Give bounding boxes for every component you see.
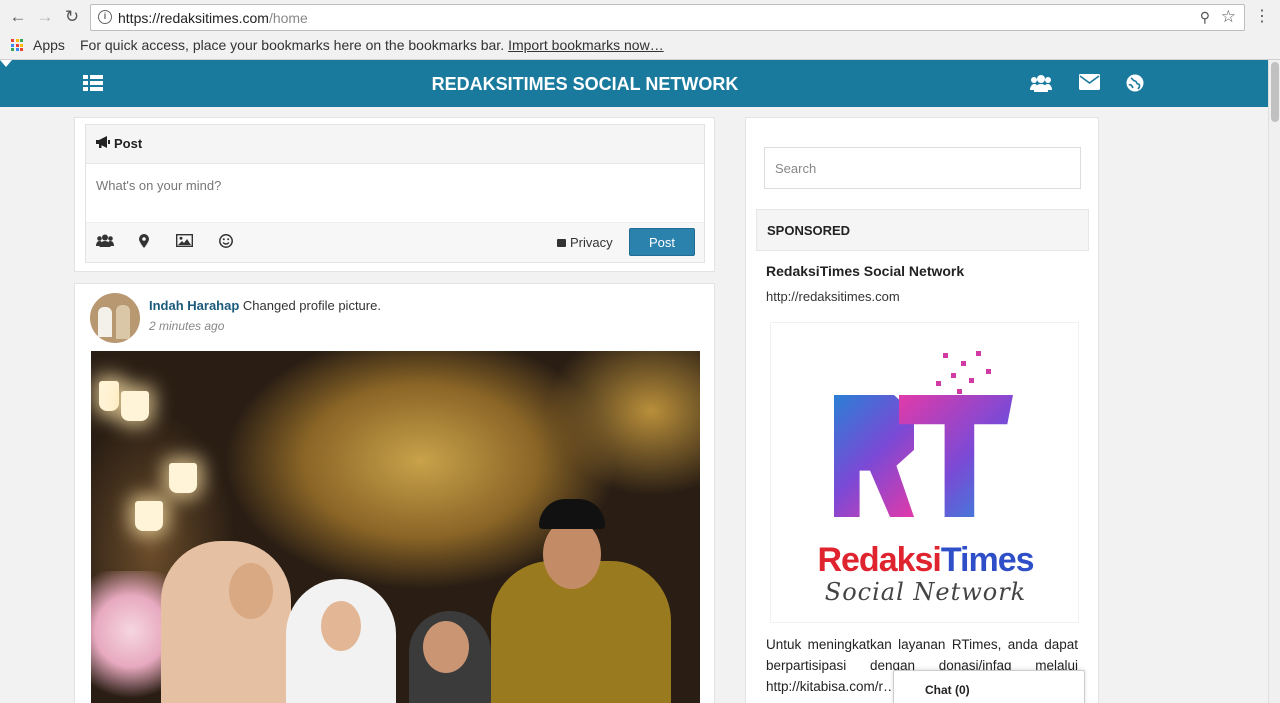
chat-bar[interactable]: Chat (0) [893,670,1085,703]
logo-wordmark: RedaksiTimes [771,541,1080,580]
photo-lamp [99,381,119,411]
scrollbar-thumb[interactable] [1271,62,1279,122]
site-title[interactable]: REDAKSITIMES SOCIAL NETWORK [0,74,1170,95]
privacy-selector[interactable]: Privacy [557,235,613,250]
photo-face [423,621,469,673]
logo-pixel [943,353,948,358]
import-bookmarks-link[interactable]: Import bookmarks now… [508,37,664,53]
browser-chrome: ← → ↻ i https://redaksitimes.com/home ⚲ … [0,0,1280,60]
logo-word-times: Times [940,541,1035,579]
apps-link[interactable]: Apps [33,37,65,53]
privacy-label: Privacy [570,235,613,250]
post-composer: Post What's on your mind? Privacy Post [74,117,715,272]
ad-logo[interactable]: RedaksiTimes Social Network [770,322,1079,623]
photo-flowers [91,571,171,703]
url-path: /home [268,10,308,26]
photo-lamp [135,501,163,531]
post-author-name[interactable]: Indah Harahap [149,298,239,313]
photo-lamp [121,391,149,421]
post-timestamp[interactable]: 2 minutes ago [149,319,224,333]
location-icon[interactable] [139,234,149,251]
composer-box: Post What's on your mind? Privacy Post [85,124,705,263]
bookmarks-hint: For quick access, place your bookmarks h… [80,37,505,53]
logo-pixel [969,378,974,383]
avatar[interactable] [90,293,140,343]
ad-title[interactable]: RedaksiTimes Social Network [766,263,964,279]
info-icon[interactable]: i [98,10,112,24]
photo-face [321,601,361,651]
post-author-line: Indah Harahap Changed profile picture. [149,298,381,313]
url-host: https://redaksitimes.com [118,10,269,26]
bookmarks-bar: Apps For quick access, place your bookma… [0,35,1280,57]
chat-label[interactable]: Chat (0) [925,683,970,697]
photo-face [543,519,601,589]
site-header: REDAKSITIMES SOCIAL NETWORK [0,60,1268,107]
lock-icon [557,239,566,247]
caret-down-icon[interactable] [0,60,12,67]
photo-face [229,563,273,619]
photo-lamp [169,463,197,493]
logo-pixel [957,389,962,394]
key-icon[interactable]: ⚲ [1200,9,1210,26]
address-bar[interactable]: i https://redaksitimes.com/home ⚲ ☆ [90,4,1245,31]
browser-menu-icon[interactable]: ⋮ [1254,6,1270,26]
back-arrow-icon[interactable]: ← [8,7,28,27]
url-text[interactable]: https://redaksitimes.com/home [118,10,308,26]
photo-person [161,541,291,703]
megaphone-icon [96,136,110,151]
emoji-icon[interactable] [219,234,233,251]
logo-pixel [951,373,956,378]
feed-post: Indah Harahap Changed profile picture. 2… [74,283,715,703]
post-action-text: Changed profile picture. [242,298,381,313]
composer-heading: Post [114,136,143,151]
tag-people-icon[interactable] [96,234,114,250]
composer-header: Post [86,125,704,164]
photo-icon[interactable] [175,233,194,250]
forward-arrow-icon[interactable]: → [35,7,55,27]
logo-pixel [961,361,966,366]
page-scrollbar[interactable] [1268,60,1280,703]
groups-icon[interactable] [1030,74,1052,97]
logo-tagline: Social Network [824,578,1027,606]
search-input[interactable] [764,147,1081,189]
globe-icon[interactable] [1126,74,1144,97]
logo-pixel [936,381,941,386]
logo-pixel [976,351,981,356]
bookmarks-message: For quick access, place your bookmarks h… [80,37,664,53]
logo-word-redaksi: Redaksi [817,541,941,579]
logo-t-mark [899,395,1013,517]
apps-grid-icon[interactable] [11,39,23,51]
composer-toolbar: Privacy Post [86,222,704,262]
ad-url[interactable]: http://redaksitimes.com [766,289,900,304]
post-button[interactable]: Post [629,228,695,256]
logo-pixel [986,369,991,374]
sponsored-heading: SPONSORED [756,209,1089,251]
bookmark-star-icon[interactable]: ☆ [1221,7,1236,27]
right-sidebar: SPONSORED RedaksiTimes Social Network ht… [745,117,1099,703]
mail-icon[interactable] [1079,74,1100,95]
post-photo[interactable] [91,351,700,703]
status-input[interactable]: What's on your mind? [86,164,704,222]
reload-icon[interactable]: ↻ [62,7,82,27]
